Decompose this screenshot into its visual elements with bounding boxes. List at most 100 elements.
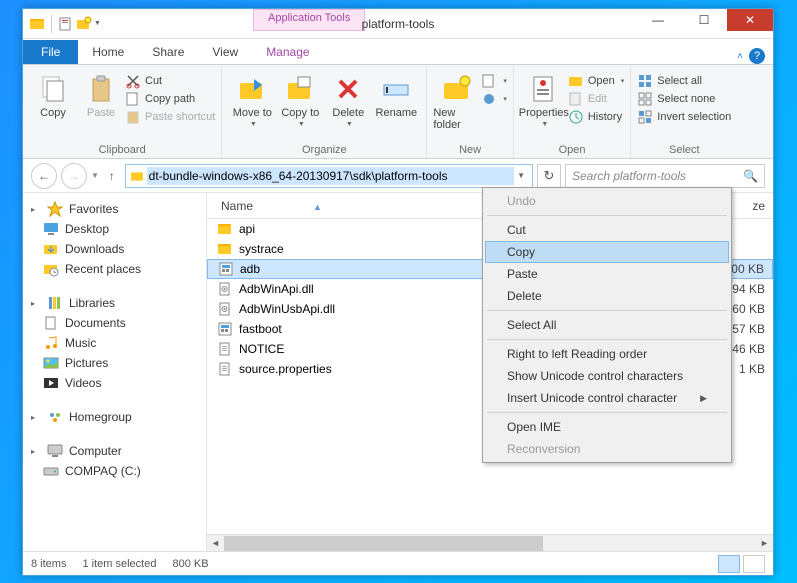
history-button[interactable]: History	[568, 109, 624, 125]
nav-pictures[interactable]: Pictures	[27, 353, 202, 373]
ribbon: Copy Paste Cut Copy path Paste shortcut …	[23, 65, 773, 159]
titlebar: ▼ Application Tools platform-tools — ☐ ✕	[23, 9, 773, 39]
new-folder-qat-icon[interactable]	[76, 16, 92, 32]
ctx-delete[interactable]: Delete	[485, 285, 729, 307]
maximize-button[interactable]: ☐	[681, 9, 727, 31]
submenu-arrow-icon: ▶	[700, 393, 707, 404]
cut-icon	[125, 73, 141, 89]
contextual-tab-label: Application Tools	[253, 9, 365, 31]
invert-selection-icon	[637, 109, 653, 125]
sort-asc-icon: ▲	[313, 202, 322, 212]
nav-recent[interactable]: Recent places	[27, 259, 202, 279]
quick-access-toolbar: ▼	[23, 15, 107, 33]
paste-shortcut-icon	[125, 109, 141, 125]
nav-libraries[interactable]: ▸Libraries	[27, 293, 202, 313]
ctx-paste[interactable]: Paste	[485, 263, 729, 285]
select-all-icon	[637, 73, 653, 89]
recent-locations-icon[interactable]: ▼	[91, 171, 99, 180]
delete-icon	[332, 73, 364, 105]
qat-dropdown-icon[interactable]: ▼	[94, 20, 101, 27]
select-all-button[interactable]: Select all	[637, 73, 731, 89]
nav-drive-c[interactable]: COMPAQ (C:)	[27, 461, 202, 481]
delete-button[interactable]: Delete▼	[324, 69, 372, 128]
ctx-select-all[interactable]: Select All	[485, 314, 729, 336]
tab-share[interactable]: Share	[138, 40, 198, 64]
tab-view[interactable]: View	[198, 40, 252, 64]
nav-downloads[interactable]: Downloads	[27, 239, 202, 259]
refresh-button[interactable]: ↻	[537, 164, 561, 188]
close-button[interactable]: ✕	[727, 9, 773, 31]
properties-qat-icon[interactable]	[58, 16, 74, 32]
easy-access-button[interactable]: ▾	[481, 91, 507, 107]
status-size: 800 KB	[172, 558, 208, 570]
scroll-right-icon[interactable]: ►	[756, 535, 773, 552]
group-new: New folder ▾ ▾ New	[427, 65, 514, 158]
rename-button[interactable]: Rename	[372, 69, 420, 119]
window-controls: — ☐ ✕	[635, 9, 773, 31]
nav-music[interactable]: Music	[27, 333, 202, 353]
content-area: ▸Favorites Desktop Downloads Recent plac…	[23, 193, 773, 551]
edit-button[interactable]: Edit	[568, 91, 624, 107]
new-folder-icon	[441, 73, 473, 105]
nav-videos[interactable]: Videos	[27, 373, 202, 393]
cut-button[interactable]: Cut	[125, 73, 215, 89]
nav-documents[interactable]: Documents	[27, 313, 202, 333]
ctx-copy[interactable]: Copy	[485, 241, 729, 263]
paste-button[interactable]: Paste	[77, 69, 125, 119]
copy-path-button[interactable]: Copy path	[125, 91, 215, 107]
edit-icon	[568, 91, 584, 107]
drive-icon	[43, 463, 59, 479]
view-details-button[interactable]	[718, 555, 740, 573]
copy-to-button[interactable]: Copy to▼	[276, 69, 324, 128]
nav-desktop[interactable]: Desktop	[27, 219, 202, 239]
documents-icon	[43, 315, 59, 331]
computer-icon	[47, 443, 63, 459]
ctx-show-unicode[interactable]: Show Unicode control characters	[485, 365, 729, 387]
nav-homegroup[interactable]: ▸Homegroup	[27, 407, 202, 427]
group-open-label: Open	[520, 142, 624, 156]
tab-manage[interactable]: Manage	[252, 40, 323, 64]
file-list: Name▲ ze apisystraceadb800 KBAdbWinApi.d…	[207, 193, 773, 551]
help-icon[interactable]: ?	[749, 48, 765, 64]
tab-file[interactable]: File	[23, 40, 78, 64]
forward-button[interactable]: →	[61, 163, 87, 189]
select-none-button[interactable]: Select none	[637, 91, 731, 107]
ctx-cut[interactable]: Cut	[485, 219, 729, 241]
new-folder-button[interactable]: New folder	[433, 69, 481, 131]
group-open: Properties▼ Open▾ Edit History Open	[514, 65, 631, 158]
group-new-label: New	[433, 142, 507, 156]
address-dropdown-icon[interactable]: ▼	[514, 171, 528, 180]
ctx-rtl[interactable]: Right to left Reading order	[485, 343, 729, 365]
nav-favorites[interactable]: ▸Favorites	[27, 199, 202, 219]
back-button[interactable]: ←	[31, 163, 57, 189]
copy-path-icon	[125, 91, 141, 107]
properties-button[interactable]: Properties▼	[520, 69, 568, 128]
group-clipboard-label: Clipboard	[29, 142, 215, 156]
nav-computer[interactable]: ▸Computer	[27, 441, 202, 461]
copy-button[interactable]: Copy	[29, 69, 77, 119]
address-bar[interactable]: ▼	[125, 164, 533, 188]
ctx-open-ime[interactable]: Open IME	[485, 416, 729, 438]
minimize-button[interactable]: —	[635, 9, 681, 31]
group-organize-label: Organize	[228, 142, 420, 156]
ctx-insert-unicode[interactable]: Insert Unicode control character▶	[485, 387, 729, 409]
ctx-undo[interactable]: Undo	[485, 190, 729, 212]
scroll-left-icon[interactable]: ◄	[207, 535, 224, 552]
search-box[interactable]: Search platform-tools 🔍	[565, 164, 765, 188]
invert-selection-button[interactable]: Invert selection	[637, 109, 731, 125]
up-button[interactable]: ↑	[103, 163, 121, 189]
scroll-track[interactable]	[224, 535, 756, 552]
move-to-button[interactable]: Move to▼	[228, 69, 276, 128]
ctx-reconversion[interactable]: Reconversion	[485, 438, 729, 460]
paste-shortcut-button[interactable]: Paste shortcut	[125, 109, 215, 125]
copy-label: Copy	[40, 107, 66, 119]
ribbon-collapse-icon[interactable]: ˄	[737, 51, 743, 62]
horizontal-scrollbar[interactable]: ◄ ►	[207, 534, 773, 551]
open-button[interactable]: Open▾	[568, 73, 624, 89]
tab-home[interactable]: Home	[78, 40, 138, 64]
group-select-label: Select	[637, 142, 731, 156]
scroll-thumb[interactable]	[224, 536, 543, 551]
address-input[interactable]	[147, 167, 514, 185]
new-item-button[interactable]: ▾	[481, 73, 507, 89]
view-large-button[interactable]	[743, 555, 765, 573]
